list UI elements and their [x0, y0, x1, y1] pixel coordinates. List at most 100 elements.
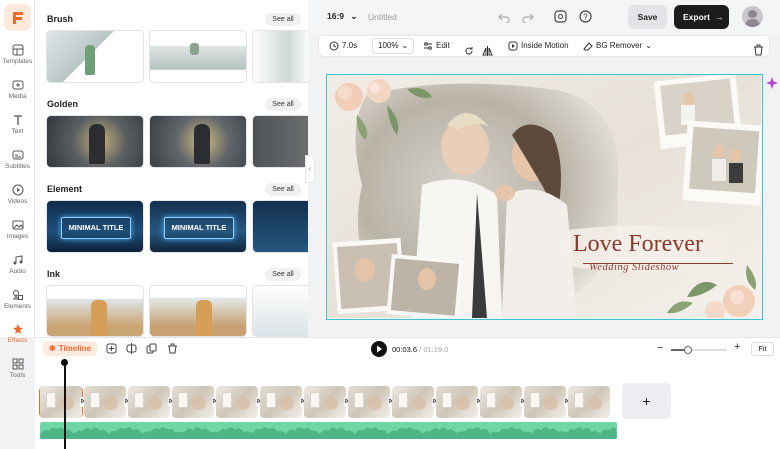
templates-icon [12, 44, 23, 56]
export-button[interactable]: Export → [674, 5, 729, 29]
timeline-icon: ✱ [49, 344, 56, 353]
zoom-select[interactable]: 100% ⌄ [372, 38, 415, 54]
section-title: Element [47, 184, 83, 194]
inside-motion-button[interactable]: Inside Motion [508, 36, 569, 56]
scene-clip[interactable] [524, 386, 566, 418]
audio-waveform [40, 427, 617, 439]
scene-clip[interactable] [436, 386, 478, 418]
section-title: Brush [47, 14, 74, 24]
scene-clip[interactable] [568, 386, 610, 418]
add-scene-button[interactable]: + [622, 383, 671, 419]
play-button[interactable] [371, 341, 387, 357]
zoom-out-button[interactable]: − [657, 342, 663, 354]
playhead[interactable] [61, 359, 68, 449]
see-all-button[interactable]: See all [265, 268, 301, 281]
playback-time: 00:03.6 / 01:19.0 [392, 345, 448, 354]
chevron-down-icon: ⌄ [645, 41, 652, 50]
subtitles-icon [12, 150, 23, 160]
effect-thumbnail[interactable]: MINIMAL TITLE [46, 200, 144, 253]
svg-text:?: ? [583, 12, 588, 21]
avatar[interactable] [742, 6, 763, 27]
motion-icon [508, 41, 518, 51]
preview-icon[interactable] [554, 10, 567, 23]
nav-subtitles[interactable]: Subtitles [0, 149, 35, 170]
nav-templates[interactable]: Templates [0, 44, 35, 65]
see-all-button[interactable]: See all [265, 98, 301, 111]
media-icon [12, 80, 23, 90]
effect-thumbnail[interactable] [252, 30, 308, 83]
redo-icon[interactable] [522, 11, 534, 23]
delete-icon[interactable] [167, 343, 178, 354]
scene-clip[interactable] [480, 386, 522, 418]
nav-label: Images [6, 233, 29, 240]
collapse-panel-button[interactable]: ‹ [305, 155, 315, 183]
scene-clip[interactable] [348, 386, 390, 418]
duplicate-icon[interactable] [146, 343, 157, 354]
fit-button[interactable]: Fit [751, 342, 774, 356]
nav-effects[interactable]: Effects [0, 323, 35, 344]
app-logo[interactable] [4, 4, 31, 31]
effect-thumbnail[interactable] [149, 285, 247, 337]
timeline-tracks: ⋈⋈⋈⋈⋈⋈⋈⋈⋈⋈⋈⋈ + [35, 359, 780, 449]
help-icon[interactable]: ? [579, 10, 592, 23]
aspect-value: 16:9 [327, 11, 345, 21]
nav-label: Templates [2, 58, 33, 65]
undo-icon[interactable] [498, 11, 510, 23]
save-button[interactable]: Save [628, 5, 667, 29]
nav-label: Text [11, 128, 24, 135]
effect-thumbnail[interactable] [149, 30, 247, 83]
see-all-button[interactable]: See all [265, 183, 301, 196]
chevron-down-icon: ⌄ [401, 41, 409, 50]
flip-icon[interactable] [482, 41, 493, 61]
effect-thumbnail[interactable] [46, 30, 144, 83]
text-icon [13, 115, 22, 125]
scene-clip[interactable] [128, 386, 170, 418]
scene-clip[interactable] [260, 386, 302, 418]
nav-images[interactable]: Images [0, 219, 35, 240]
scene-clip[interactable] [216, 386, 258, 418]
section-title: Ink [47, 269, 61, 279]
nav-elements[interactable]: Elements [0, 289, 35, 310]
project-title[interactable]: Untitled [368, 12, 397, 22]
canvas-subline[interactable]: Wedding Slideshow [589, 262, 679, 273]
scene-clip[interactable] [84, 386, 126, 418]
effect-thumbnail[interactable] [252, 285, 308, 337]
effect-thumbnail[interactable] [252, 115, 308, 168]
edit-button[interactable]: Edit [423, 36, 450, 56]
zoom-slider[interactable] [671, 346, 727, 354]
nav-text[interactable]: Text [0, 114, 35, 135]
effect-thumbnail[interactable] [46, 115, 144, 168]
scene-clip[interactable] [392, 386, 434, 418]
video-canvas[interactable]: Love Forever Wedding Slideshow [326, 74, 763, 320]
audio-track[interactable] [40, 422, 617, 439]
thumb-label: MINIMAL TITLE [164, 217, 234, 239]
sliders-icon [424, 42, 432, 50]
timeline-tab-label: Timeline [58, 344, 92, 353]
add-clip-icon[interactable] [106, 343, 117, 354]
effect-thumbnail[interactable] [46, 285, 144, 337]
nav-media[interactable]: Media [0, 79, 35, 100]
nav-tools[interactable]: Tools [0, 358, 35, 379]
zoom-slider-knob[interactable] [683, 346, 692, 354]
timeline-tab[interactable]: ✱ Timeline [43, 341, 98, 356]
zoom-in-button[interactable]: + [734, 341, 740, 353]
audio-icon [13, 255, 22, 265]
nav-label: Tools [9, 372, 26, 379]
effect-thumbnail[interactable] [252, 200, 308, 253]
effect-thumbnail[interactable] [149, 115, 247, 168]
nav-videos[interactable]: Videos [0, 184, 35, 205]
see-all-button[interactable]: See all [265, 13, 301, 26]
nav-audio[interactable]: Audio [0, 254, 35, 275]
scene-clip[interactable] [172, 386, 214, 418]
aspect-ratio-select[interactable]: 16:9 ⌄ [327, 11, 358, 22]
split-icon[interactable] [126, 343, 137, 354]
duration-control[interactable]: 7.0s [329, 36, 357, 56]
rotate-icon[interactable] [464, 41, 474, 61]
bg-remover-button[interactable]: BG Remover ⌄ [583, 36, 652, 56]
scene-clip[interactable] [40, 386, 82, 418]
scene-clip[interactable] [304, 386, 346, 418]
effect-thumbnail[interactable]: MINIMAL TITLE [149, 200, 247, 253]
ai-sparkle-icon[interactable] [766, 77, 778, 89]
trash-icon[interactable] [753, 40, 764, 60]
canvas-headline[interactable]: Love Forever [573, 231, 703, 258]
